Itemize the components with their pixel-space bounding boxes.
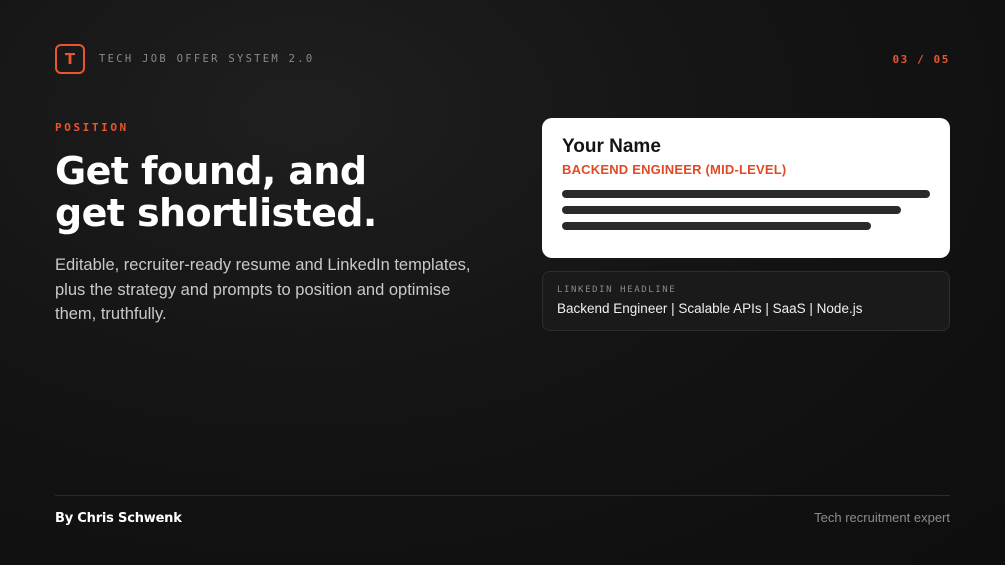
linkedin-headline-label: LINKEDIN HEADLINE (557, 285, 677, 295)
resume-placeholder-line (562, 222, 871, 230)
brand-title: TECH JOB OFFER SYSTEM 2.0 (99, 53, 315, 65)
resume-placeholder-line (562, 206, 901, 214)
headline-line-2: get shortlisted. (55, 191, 377, 235)
header: T TECH JOB OFFER SYSTEM 2.0 03 / 05 (55, 42, 950, 76)
author-tagline: Tech recruitment expert (814, 510, 950, 525)
page-counter: 03 / 05 (892, 52, 950, 66)
resume-role: BACKEND ENGINEER (MID-LEVEL) (562, 162, 787, 177)
resume-name: Your Name (562, 136, 661, 157)
brand: T TECH JOB OFFER SYSTEM 2.0 (55, 44, 315, 74)
headline-line-1: Get found, and (55, 149, 367, 193)
resume-placeholder-line (562, 190, 930, 198)
headline: Get found, and get shortlisted. (55, 150, 495, 234)
resume-preview-card: Your Name BACKEND ENGINEER (MID-LEVEL) (542, 118, 950, 258)
footer-divider (55, 495, 950, 496)
author-credit: By Chris Schwenk (55, 511, 182, 526)
linkedin-headline-card: LINKEDIN HEADLINE Backend Engineer | Sca… (542, 271, 950, 331)
logo: T (55, 44, 85, 74)
description: Editable, recruiter-ready resume and Lin… (55, 256, 471, 323)
linkedin-headline-value: Backend Engineer | Scalable APIs | SaaS … (557, 301, 863, 316)
section-eyebrow: POSITION (55, 121, 129, 134)
